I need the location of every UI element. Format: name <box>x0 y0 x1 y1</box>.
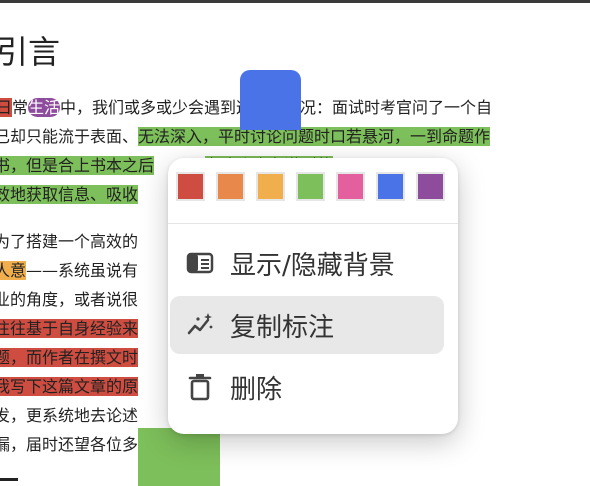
popup-divider <box>168 223 458 224</box>
highlight-red[interactable]: 题，而作者在撰文时 <box>0 348 139 367</box>
text-segment: 已却只能流于表面、 <box>0 127 139 146</box>
highlight-green[interactable]: 无法深入，平时讨论问题时口若悬河，一到命题作 <box>138 127 491 146</box>
menu-item-label: 删除 <box>230 374 283 405</box>
color-palette <box>176 172 456 201</box>
highlight-red[interactable]: 日 <box>0 98 13 117</box>
panel-icon <box>186 249 214 277</box>
top-border <box>0 0 590 3</box>
trash-icon <box>186 373 214 401</box>
text-segment: 业的角度，或者说很 <box>0 290 139 309</box>
text-segment: 为了搭建一个高效的 <box>0 232 139 251</box>
highlight-red[interactable]: 往往基于自身经验来 <box>0 319 139 338</box>
menu-item-label: 复制标注 <box>230 312 335 343</box>
annotation-popup: 显示/隐藏背景 复制标注删除 <box>168 158 458 434</box>
menu-item-label: 显示/隐藏背景 <box>230 250 395 281</box>
page-title: 引言 <box>0 33 61 71</box>
highlight-green[interactable]: 书，但是合上书本之后 <box>0 156 155 175</box>
highlight-purple[interactable]: 生活 <box>28 98 61 117</box>
text-segment: 常 <box>12 98 29 117</box>
selection-start-handle[interactable] <box>240 70 301 130</box>
selection-end-handle[interactable] <box>138 428 220 486</box>
text-segment: ——系统虽说有 <box>26 261 139 280</box>
color-swatch-blue[interactable] <box>376 172 405 201</box>
color-swatch-yellow[interactable] <box>256 172 285 201</box>
color-swatch-pink[interactable] <box>336 172 365 201</box>
highlight-orange[interactable]: 人意 <box>0 261 27 280</box>
sparkle-line-icon <box>186 311 214 339</box>
next-heading-fragment <box>0 478 18 481</box>
color-swatch-green[interactable] <box>296 172 325 201</box>
color-swatch-orange[interactable] <box>216 172 245 201</box>
menu-item-toggle-background[interactable]: 显示/隐藏背景 <box>170 234 444 292</box>
highlight-green[interactable]: 效地获取信息、吸收 <box>0 185 139 204</box>
menu-item-copy-annotation[interactable]: 复制标注 <box>170 296 444 354</box>
color-swatch-red[interactable] <box>176 172 205 201</box>
text-segment: 发，更系统地去论述 <box>0 406 139 425</box>
menu-item-delete[interactable]: 删除 <box>170 358 444 416</box>
color-swatch-purple[interactable] <box>416 172 445 201</box>
highlight-red[interactable]: 我写下这篇文章的原 <box>0 377 139 396</box>
